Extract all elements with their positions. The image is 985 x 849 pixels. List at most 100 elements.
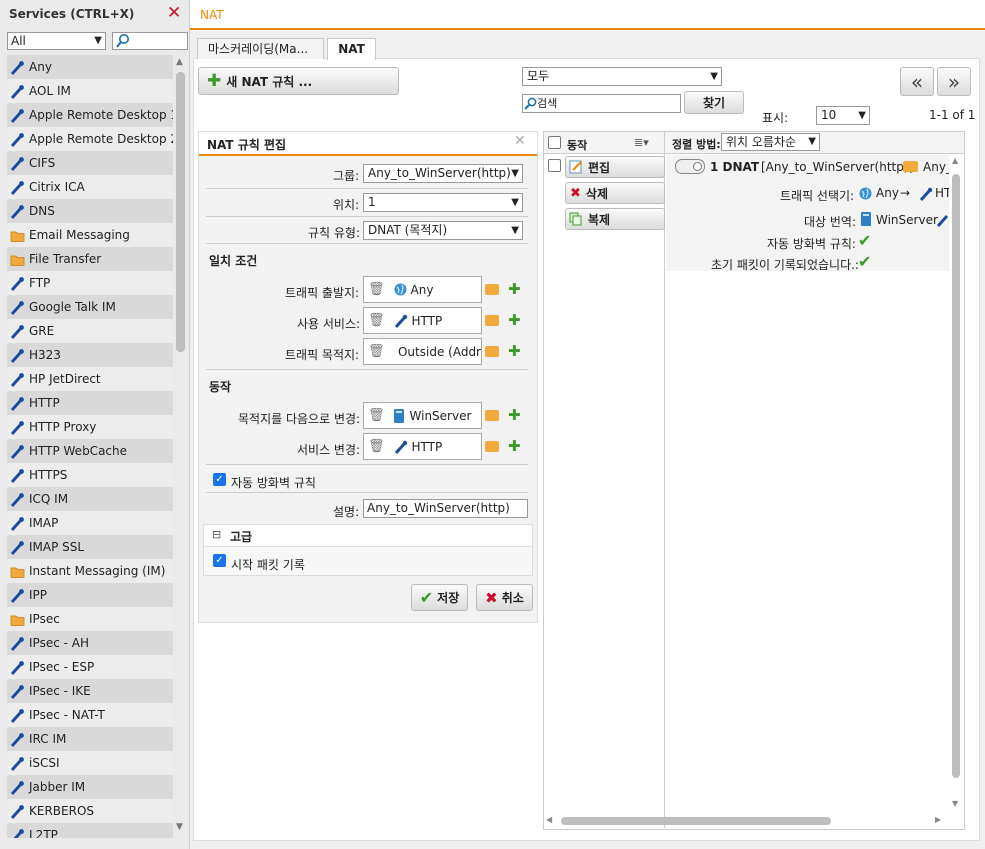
service-list-item[interactable]: IPsec - IKE: [7, 679, 173, 703]
scroll-up-icon[interactable]: ▲: [952, 156, 958, 165]
dest-change-field[interactable]: 🗑 WinServer: [363, 402, 482, 429]
service-list-item[interactable]: H323: [7, 343, 173, 367]
service-list-item[interactable]: IPP: [7, 583, 173, 607]
page-size-select[interactable]: 10 ▼: [816, 106, 870, 125]
scroll-right-icon[interactable]: ▶: [935, 815, 941, 824]
sidebar-scroll-thumb[interactable]: [176, 72, 185, 352]
service-list-item[interactable]: IMAP SSL: [7, 535, 173, 559]
trash-icon[interactable]: 🗑: [368, 344, 385, 359]
close-icon[interactable]: ✕: [167, 3, 181, 23]
service-list-item[interactable]: File Transfer: [7, 247, 173, 271]
service-list-item[interactable]: GRE: [7, 319, 173, 343]
destination-field[interactable]: 🗑 Outside (Addr: [363, 338, 482, 365]
plus-icon[interactable]: ✚: [508, 342, 521, 360]
source-field[interactable]: 🗑 Any: [363, 276, 482, 303]
service-list-item[interactable]: Citrix ICA: [7, 175, 173, 199]
service-list-item[interactable]: IPsec: [7, 607, 173, 631]
save-button[interactable]: ✔ 저장: [411, 584, 468, 611]
grid-vertical-scrollbar[interactable]: ▲ ▼: [951, 156, 963, 812]
plus-icon[interactable]: ✚: [508, 311, 521, 329]
service-list-item[interactable]: L2TP: [7, 823, 173, 838]
grid-scroll-thumb[interactable]: [952, 174, 960, 778]
trash-icon[interactable]: 🗑: [368, 282, 385, 297]
service-list-item[interactable]: HTTP Proxy: [7, 415, 173, 439]
column-menu-icon[interactable]: ≣▾: [634, 136, 649, 149]
copy-button[interactable]: 복제: [565, 208, 665, 230]
folder-icon[interactable]: [485, 410, 499, 421]
auto-firewall-checkbox[interactable]: ✓: [213, 473, 226, 486]
service-list-item[interactable]: FTP: [7, 271, 173, 295]
log-initial-packet-checkbox[interactable]: ✓: [213, 554, 226, 567]
service-list-item[interactable]: AOL IM: [7, 79, 173, 103]
service-filter-select[interactable]: All ▼: [7, 32, 106, 50]
plus-icon[interactable]: ✚: [508, 406, 521, 424]
service-list-item[interactable]: IMAP: [7, 511, 173, 535]
x-icon: ✖: [485, 588, 498, 607]
folder-icon: [9, 611, 26, 628]
sort-select[interactable]: 위치 오름차순 ▼: [721, 133, 820, 151]
find-button[interactable]: 찾기: [684, 91, 744, 114]
rule-type-select[interactable]: DNAT (목적지) ▼: [363, 221, 523, 240]
prev-page-button[interactable]: «: [900, 67, 934, 96]
select-all-checkbox[interactable]: [548, 136, 561, 149]
row-checkbox[interactable]: [548, 159, 561, 172]
next-page-button[interactable]: »: [937, 67, 971, 96]
new-nat-rule-button[interactable]: ✚ 새 NAT 규칙 ...: [198, 67, 399, 95]
group-select[interactable]: Any_to_WinServer(http) ▼: [363, 164, 523, 183]
collapse-icon[interactable]: ⊟: [212, 528, 221, 541]
trash-icon[interactable]: 🗑: [368, 408, 385, 423]
service-list-item[interactable]: CIFS: [7, 151, 173, 175]
service-list-item[interactable]: KERBEROS: [7, 799, 173, 823]
service-list-item[interactable]: Apple Remote Desktop 2&3: [7, 127, 173, 151]
rule-filter-select[interactable]: 모두 ▼: [522, 67, 722, 86]
service-list-item[interactable]: Jabber IM: [7, 775, 173, 799]
description-input[interactable]: Any_to_WinServer(http): [363, 499, 528, 518]
service-list-item[interactable]: HTTPS: [7, 463, 173, 487]
service-list-item[interactable]: Google Talk IM: [7, 295, 173, 319]
advanced-header[interactable]: [204, 525, 532, 547]
rule-filter-value: 모두: [527, 69, 550, 83]
service-list-item-label: Jabber IM: [29, 780, 86, 794]
service-list-item[interactable]: Any: [7, 55, 173, 79]
service-field[interactable]: 🗑 HTTP: [363, 307, 482, 334]
cancel-button[interactable]: ✖ 취소: [476, 584, 533, 611]
trash-icon[interactable]: 🗑: [368, 439, 385, 454]
service-list-item[interactable]: IRC IM: [7, 727, 173, 751]
folder-icon[interactable]: [485, 284, 499, 295]
service-list-item[interactable]: iSCSI: [7, 751, 173, 775]
scroll-up-icon[interactable]: ▲: [176, 57, 183, 67]
rule-toggle[interactable]: [675, 159, 705, 174]
rule-search-input[interactable]: 검색: [522, 94, 681, 113]
service-list-item[interactable]: Email Messaging: [7, 223, 173, 247]
folder-icon[interactable]: [485, 315, 499, 326]
service-list-item[interactable]: Apple Remote Desktop 1: [7, 103, 173, 127]
folder-icon[interactable]: [485, 346, 499, 357]
plus-icon[interactable]: ✚: [508, 437, 521, 455]
service-list-item[interactable]: HP JetDirect: [7, 367, 173, 391]
folder-icon[interactable]: [485, 441, 499, 452]
scroll-left-icon[interactable]: ◀: [546, 815, 552, 824]
service-list-item[interactable]: IPsec - AH: [7, 631, 173, 655]
service-change-field[interactable]: 🗑 HTTP: [363, 433, 482, 460]
grid-horizontal-scrollbar[interactable]: ◀ ▶: [544, 814, 948, 828]
plus-icon[interactable]: ✚: [508, 280, 521, 298]
service-list-item[interactable]: IPsec - NAT-T: [7, 703, 173, 727]
service-list-item[interactable]: Instant Messaging (IM): [7, 559, 173, 583]
scroll-down-icon[interactable]: ▼: [952, 799, 958, 808]
tab-masquerading[interactable]: 마스커레이딩(Ma...: [197, 38, 324, 59]
service-list-item[interactable]: HTTP: [7, 391, 173, 415]
service-list-item[interactable]: DNS: [7, 199, 173, 223]
delete-button[interactable]: ✖ 삭제: [565, 182, 665, 204]
service-search-input[interactable]: [112, 32, 188, 50]
service-list-item[interactable]: HTTP WebCache: [7, 439, 173, 463]
scroll-down-icon[interactable]: ▼: [176, 822, 183, 832]
position-select[interactable]: 1 ▼: [363, 193, 523, 212]
tab-nat[interactable]: NAT: [327, 38, 376, 60]
plug-icon: [9, 155, 26, 172]
trash-icon[interactable]: 🗑: [368, 313, 385, 328]
close-editor-icon[interactable]: ✕: [514, 133, 526, 149]
edit-button[interactable]: 편집: [565, 156, 665, 178]
service-list-item[interactable]: ICQ IM: [7, 487, 173, 511]
grid-hscroll-thumb[interactable]: [561, 817, 831, 825]
service-list-item[interactable]: IPsec - ESP: [7, 655, 173, 679]
